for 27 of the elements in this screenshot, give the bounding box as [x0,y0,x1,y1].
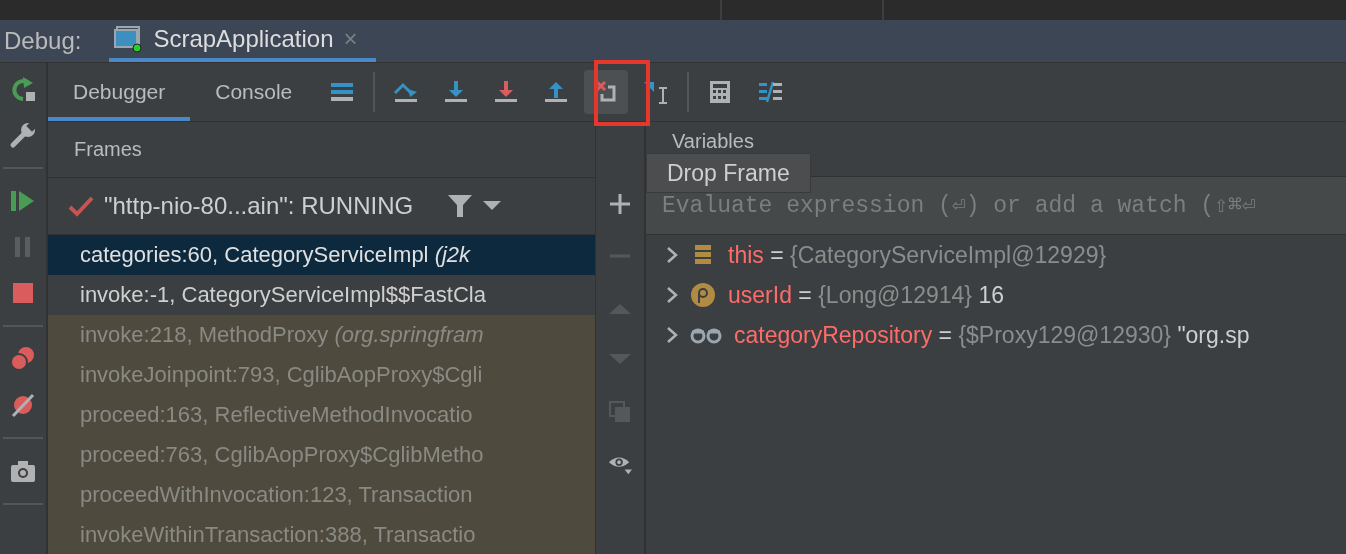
check-icon [68,195,94,217]
frames-title: Frames [74,138,142,161]
stack-frame-row[interactable]: invoke:-1, CategoryServiceImpl$$FastCla [48,275,595,315]
run-config-tab[interactable]: ScrapApplication × [109,20,376,62]
dropdown-icon[interactable] [483,201,502,211]
tooltip: Drop Frame [646,153,811,193]
panel-tab[interactable]: Console [190,63,318,121]
mute-breakpoints-icon[interactable] [9,391,37,419]
highlight-frame [594,60,650,126]
wrench-icon[interactable] [9,121,37,149]
add-icon[interactable] [608,192,632,216]
variable-entry[interactable]: this = {CategoryServiceImpl@12929} [728,241,1107,269]
thread-selector[interactable]: "http-nio-80...ain": RUNNING [104,192,414,220]
panel-tab[interactable]: Debugger [48,63,191,121]
debug-label: Debug: [3,27,83,55]
drop-frame-icon[interactable] [584,70,629,114]
variable-entry[interactable]: userId = {Long@12914} 16 [728,281,1004,309]
parameter-icon [690,282,716,308]
expand-icon[interactable] [666,326,678,344]
app-window-icon [113,25,144,53]
rerun-icon[interactable] [9,75,37,103]
variables-title: Variables [672,130,754,153]
expand-icon[interactable] [666,246,678,264]
stack-frame-row[interactable]: categories:60, CategoryServiceImpl (j2k [48,235,595,275]
expand-icon[interactable] [666,286,678,304]
filter-icon[interactable] [447,194,474,218]
variable-entry[interactable]: categoryRepository = {$Proxy129@12930} "org.sp [734,321,1250,349]
